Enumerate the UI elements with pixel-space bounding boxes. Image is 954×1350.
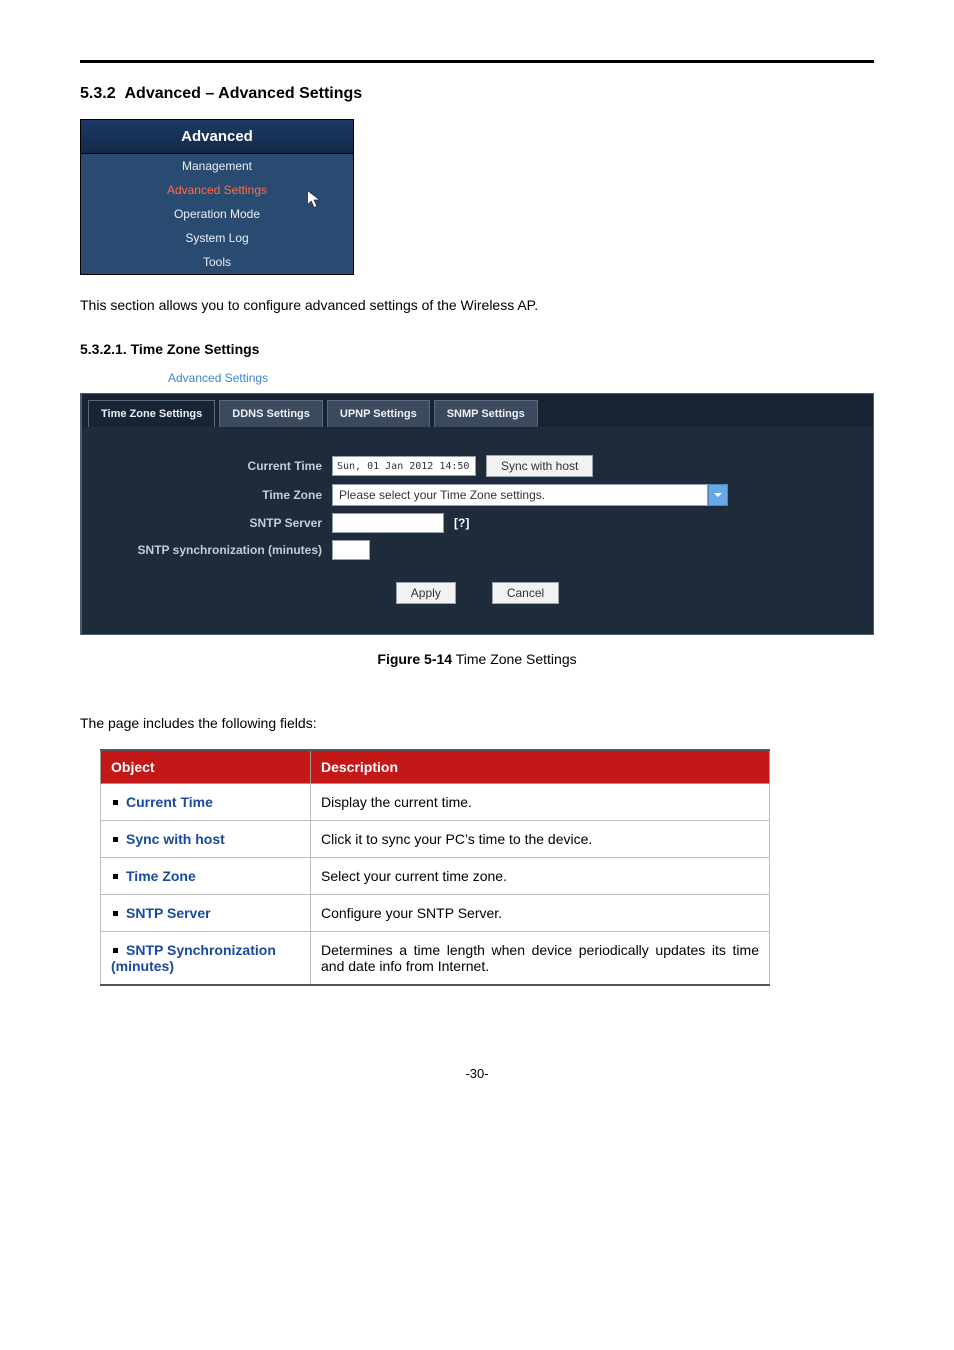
th-description: Description	[311, 750, 770, 784]
desc-sntp-server: Configure your SNTP Server.	[311, 895, 770, 932]
obj-sync-with-host: Sync with host	[126, 831, 225, 847]
sidebar-item-system-log[interactable]: System Log	[81, 226, 353, 250]
tab-ddns-settings[interactable]: DDNS Settings	[219, 400, 323, 427]
sidebar-item-tools[interactable]: Tools	[81, 250, 353, 274]
sidebar-header: Advanced	[81, 120, 353, 154]
time-zone-select[interactable]: Please select your Time Zone settings.	[332, 484, 728, 506]
table-row: SNTP Server Configure your SNTP Server.	[101, 895, 770, 932]
desc-time-zone: Select your current time zone.	[311, 858, 770, 895]
table-row: Sync with host Click it to sync your PC’…	[101, 821, 770, 858]
sntp-sync-min-field[interactable]	[332, 540, 370, 560]
table-row: Current Time Display the current time.	[101, 784, 770, 821]
current-time-field[interactable]	[332, 456, 476, 476]
tabs: Time Zone Settings DDNS Settings UPNP Se…	[82, 394, 873, 427]
table-row: SNTP Synchronization (minutes) Determine…	[101, 932, 770, 986]
breadcrumb[interactable]: Advanced Settings	[80, 371, 874, 393]
sntp-server-field[interactable]	[332, 513, 444, 533]
label-current-time: Current Time	[102, 459, 332, 473]
settings-panel: Time Zone Settings DDNS Settings UPNP Se…	[80, 393, 874, 635]
tab-upnp-settings[interactable]: UPNP Settings	[327, 400, 430, 427]
bullet-icon	[113, 800, 118, 805]
section-number: 5.3.2	[80, 85, 116, 102]
apply-button[interactable]: Apply	[396, 582, 456, 604]
table-row: Time Zone Select your current time zone.	[101, 858, 770, 895]
breadcrumb-row: Advanced Settings	[80, 371, 874, 393]
section-heading: 5.3.2 Advanced – Advanced Settings	[80, 85, 874, 103]
subsection-title: Time Zone Settings	[131, 341, 260, 357]
fields-lead: The page includes the following fields:	[80, 715, 874, 731]
obj-time-zone: Time Zone	[126, 868, 196, 884]
obj-sntp-sync: SNTP Synchronization (minutes)	[111, 942, 276, 974]
subsection-number: 5.3.2.1.	[80, 341, 127, 357]
label-sntp-sync-min: SNTP synchronization (minutes)	[102, 543, 332, 557]
desc-sntp-sync: Determines a time length when device per…	[311, 932, 770, 986]
subsection-heading: 5.3.2.1. Time Zone Settings	[80, 341, 874, 357]
bullet-icon	[113, 911, 118, 916]
sync-with-host-button[interactable]: Sync with host	[486, 455, 593, 477]
desc-sync-with-host: Click it to sync your PC’s time to the d…	[311, 821, 770, 858]
top-rule	[80, 60, 874, 63]
chevron-down-icon[interactable]	[708, 484, 728, 506]
label-time-zone: Time Zone	[102, 488, 332, 502]
cancel-button[interactable]: Cancel	[492, 582, 559, 604]
section-title: Advanced – Advanced Settings	[124, 85, 362, 102]
figure-caption: Figure 5-14 Time Zone Settings	[80, 651, 874, 667]
sidebar-item-management[interactable]: Management	[81, 154, 353, 178]
cursor-icon	[303, 188, 325, 213]
figure-number: Figure 5-14	[377, 651, 452, 667]
sntp-help-hint[interactable]: [?]	[454, 516, 469, 530]
tab-snmp-settings[interactable]: SNMP Settings	[434, 400, 538, 427]
figure-title: Time Zone Settings	[456, 651, 577, 667]
label-sntp-server: SNTP Server	[102, 516, 332, 530]
th-object: Object	[101, 750, 311, 784]
obj-current-time: Current Time	[126, 794, 213, 810]
obj-sntp-server: SNTP Server	[126, 905, 211, 921]
bullet-icon	[113, 837, 118, 842]
bullet-icon	[113, 874, 118, 879]
intro-text: This section allows you to configure adv…	[80, 297, 874, 313]
description-table: Object Description Current Time Display …	[100, 749, 770, 986]
form: Current Time Sync with host Time Zone Pl…	[82, 427, 873, 634]
tab-time-zone-settings[interactable]: Time Zone Settings	[88, 400, 215, 427]
time-zone-value: Please select your Time Zone settings.	[332, 484, 708, 506]
sidebar: Advanced Management Advanced Settings Op…	[80, 119, 354, 275]
page-number: -30-	[80, 1066, 874, 1081]
bullet-icon	[113, 948, 118, 953]
desc-current-time: Display the current time.	[311, 784, 770, 821]
